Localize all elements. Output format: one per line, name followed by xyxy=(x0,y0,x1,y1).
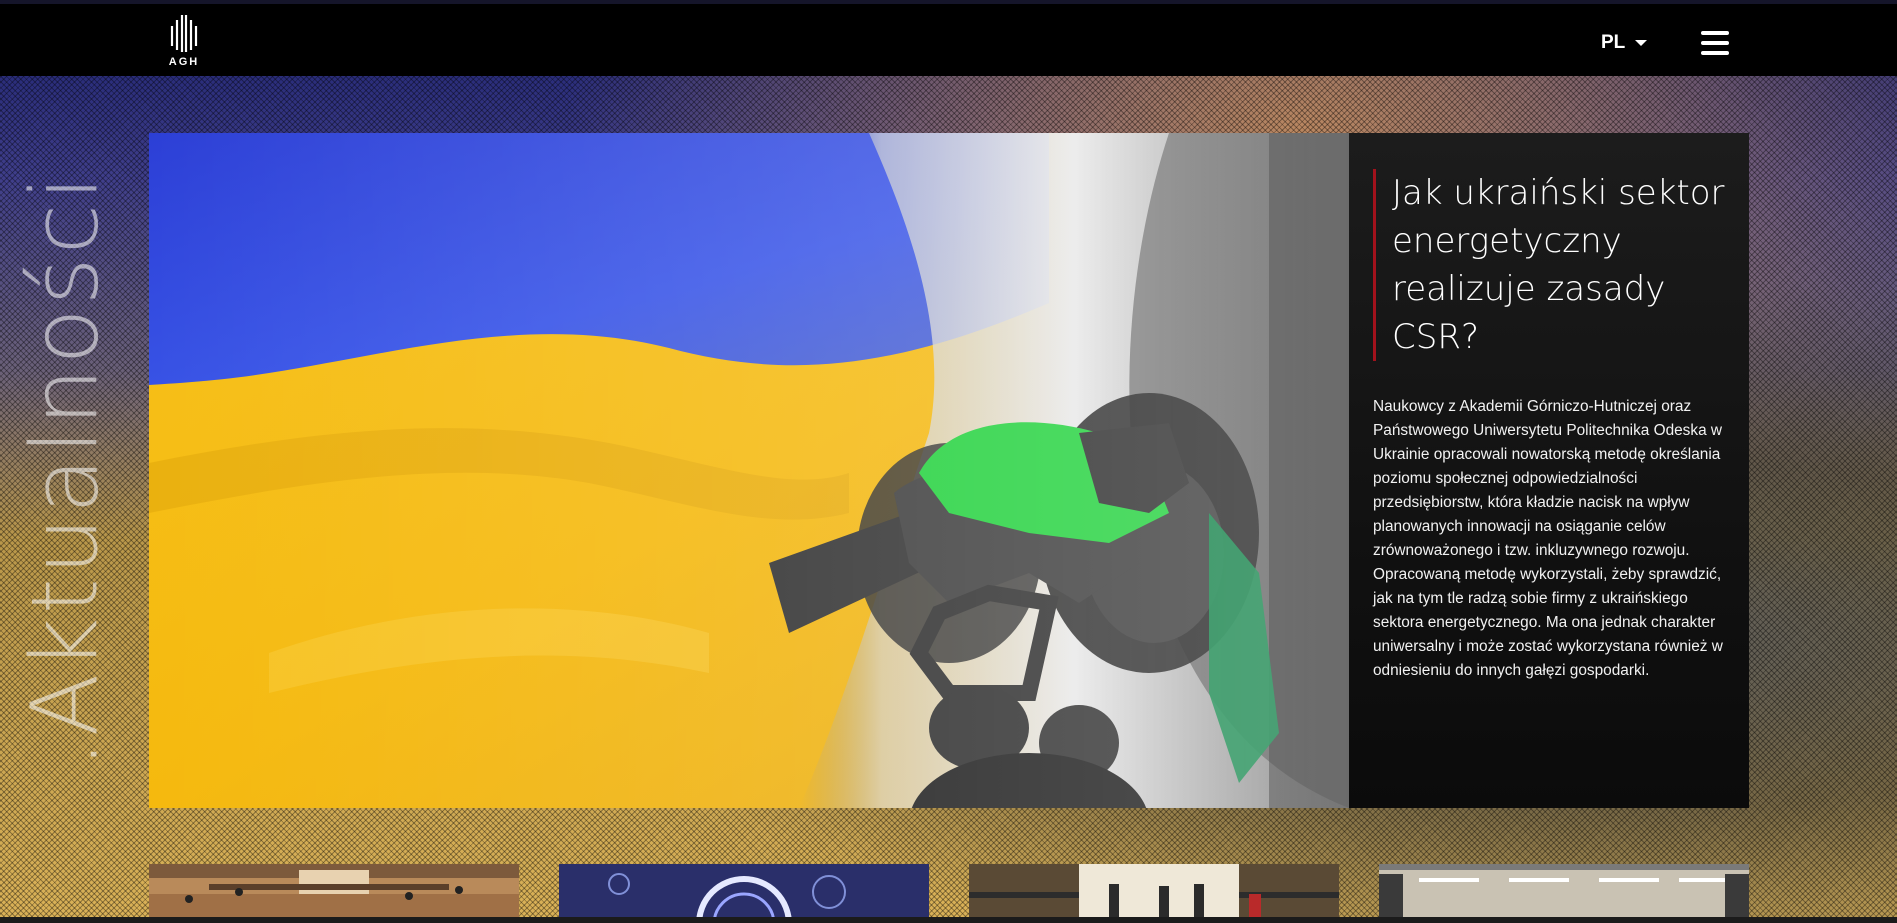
news-thumbnail-4[interactable] xyxy=(1379,864,1749,919)
top-navigation-bar: AGH PL xyxy=(0,0,1897,76)
bottom-edge xyxy=(0,917,1897,923)
news-thumbnail-2[interactable] xyxy=(559,864,929,919)
graduation-hall-image xyxy=(149,864,519,919)
technology-hud-image xyxy=(559,864,929,919)
featured-news-description: Naukowcy z Akademii Górniczo-Hutniczej o… xyxy=(1373,398,1723,679)
agh-logo[interactable]: AGH xyxy=(166,12,202,74)
agh-logo-icon xyxy=(170,15,198,52)
lecture-room-image xyxy=(1379,864,1749,919)
ukraine-flag-fuel-pump-image xyxy=(149,133,1349,808)
ceremony-hall-image xyxy=(969,864,1339,919)
chevron-down-icon xyxy=(1635,40,1648,46)
featured-news-title[interactable]: Jak ukraiński sektor energetyczny realiz… xyxy=(1373,169,1725,361)
featured-news-card[interactable]: Jak ukraiński sektor energetyczny realiz… xyxy=(1349,133,1749,808)
section-title-text: .Aktualności xyxy=(11,171,119,769)
language-selector[interactable]: PL xyxy=(1601,30,1648,56)
logo-label: AGH xyxy=(168,56,200,68)
hamburger-menu-icon[interactable] xyxy=(1701,31,1729,55)
language-label: PL xyxy=(1601,32,1626,53)
news-thumbnail-3[interactable] xyxy=(969,864,1339,919)
featured-news-image[interactable] xyxy=(149,133,1349,808)
section-vertical-title: .Aktualności xyxy=(12,172,119,768)
news-thumbnail-1[interactable] xyxy=(149,864,519,919)
